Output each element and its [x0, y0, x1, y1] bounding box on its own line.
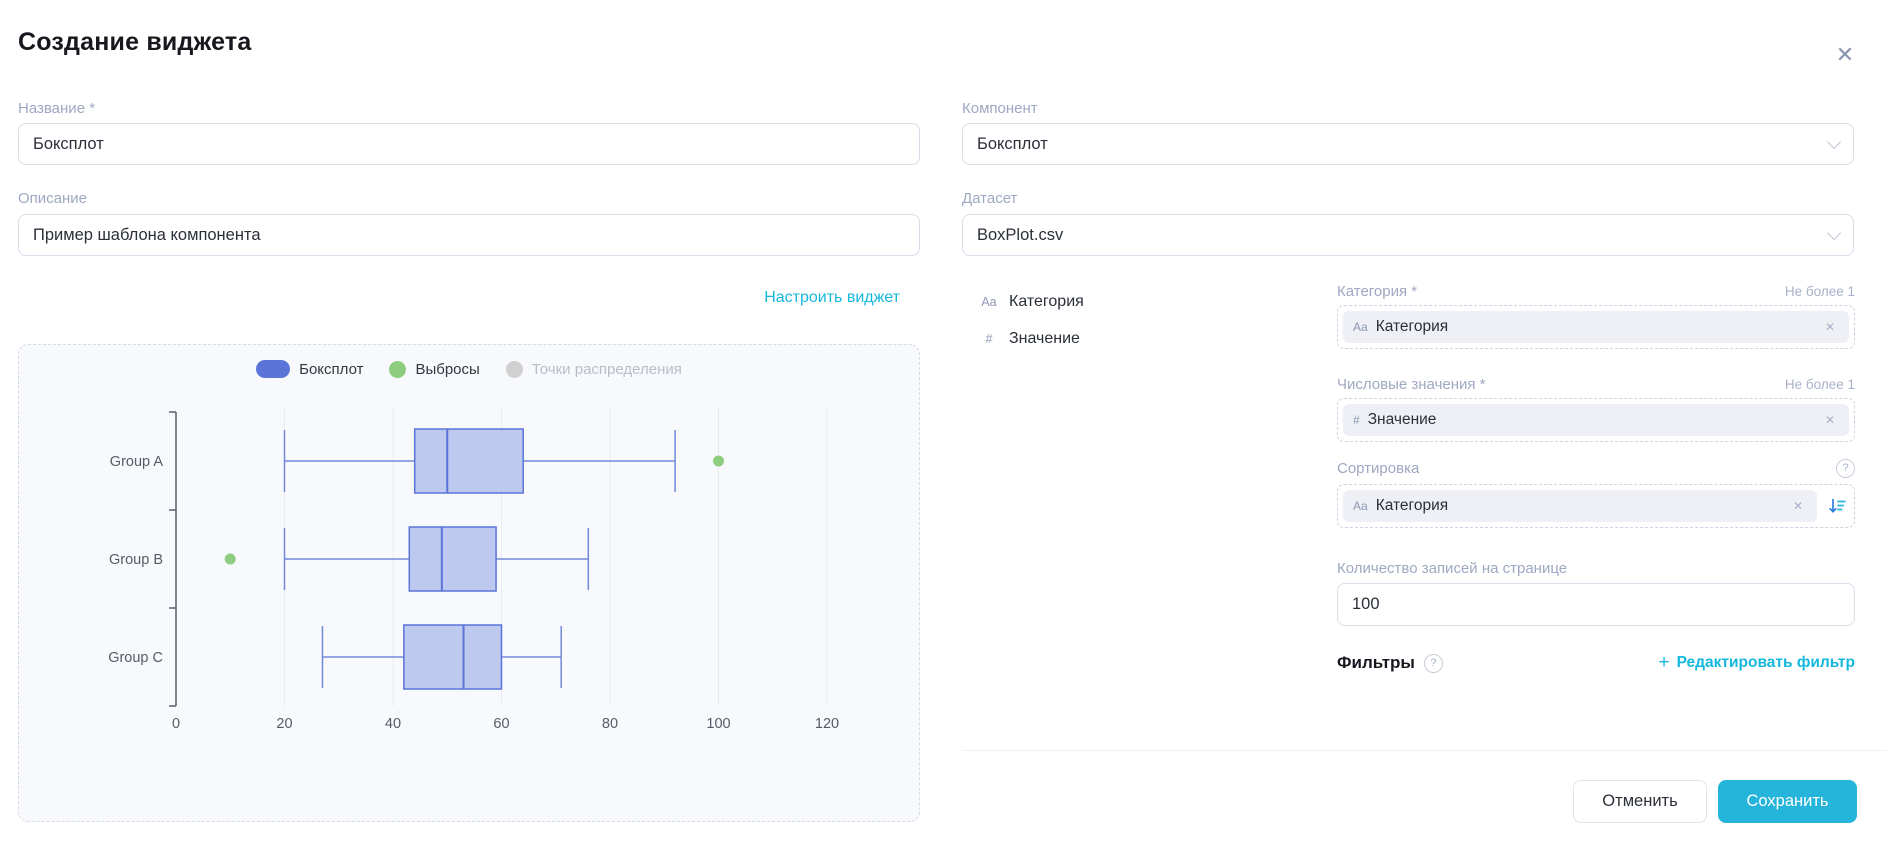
- values-slot-limit: Не более 1: [1785, 377, 1855, 392]
- svg-text:0: 0: [172, 716, 180, 732]
- boxplot-chart: Group A Group B Group C 0 20 40 60 80 100 120: [19, 384, 919, 762]
- sorting-dropzone[interactable]: Aa Категория ✕: [1337, 484, 1855, 528]
- configure-widget-link[interactable]: Настроить виджет: [764, 289, 900, 306]
- number-type-icon: #: [978, 332, 1000, 346]
- close-icon[interactable]: ✕: [1828, 38, 1862, 72]
- page-size-input[interactable]: [1337, 583, 1855, 626]
- remove-chip-icon[interactable]: ✕: [1821, 411, 1839, 429]
- number-type-icon: #: [1353, 413, 1360, 427]
- widget-preview: Боксплот Выбросы Точки распределения Group…: [18, 344, 920, 822]
- field-label: Значение: [1009, 330, 1080, 348]
- remove-chip-icon[interactable]: ✕: [1789, 497, 1807, 515]
- values-dropzone[interactable]: # Значение ✕: [1337, 398, 1855, 442]
- legend-label: Выбросы: [415, 361, 479, 378]
- plus-icon: +: [1659, 652, 1670, 674]
- svg-text:120: 120: [815, 716, 839, 732]
- description-label: Описание: [18, 190, 87, 207]
- svg-text:40: 40: [385, 716, 401, 732]
- svg-text:20: 20: [276, 716, 292, 732]
- svg-text:Group B: Group B: [109, 552, 163, 568]
- svg-text:Group C: Group C: [108, 650, 163, 666]
- svg-text:100: 100: [706, 716, 730, 732]
- chip-label: Категория: [1376, 497, 1781, 515]
- page-size-label: Количество записей на странице: [1337, 560, 1567, 577]
- cancel-button[interactable]: Отменить: [1573, 780, 1707, 823]
- category-dropzone[interactable]: Aa Категория ✕: [1337, 305, 1855, 349]
- help-icon[interactable]: ?: [1424, 654, 1443, 673]
- legend-swatch-icon: [256, 360, 290, 378]
- component-label: Компонент: [962, 100, 1038, 117]
- legend-label: Точки распределения: [532, 361, 682, 378]
- chevron-down-icon: [1827, 135, 1841, 149]
- dataset-field-value[interactable]: # Значение: [978, 327, 1080, 351]
- values-slot-label: Числовые значения *: [1337, 376, 1486, 393]
- legend-item[interactable]: Выбросы: [389, 361, 479, 378]
- field-label: Категория: [1009, 293, 1084, 311]
- sorting-chip[interactable]: Aa Категория ✕: [1343, 490, 1817, 522]
- dataset-label: Датасет: [962, 190, 1017, 207]
- category-slot-label: Категория *: [1337, 283, 1417, 300]
- chevron-down-icon: [1827, 226, 1841, 240]
- dataset-select-value: BoxPlot.csv: [977, 226, 1829, 245]
- footer-divider: [962, 750, 1887, 751]
- edit-filter-link[interactable]: + Редактировать фильтр: [1659, 652, 1856, 674]
- text-type-icon: Aa: [1353, 320, 1368, 334]
- values-chip[interactable]: # Значение ✕: [1343, 404, 1849, 436]
- legend-swatch-icon: [389, 361, 406, 378]
- page-title: Создание виджета: [18, 28, 251, 57]
- chip-label: Категория: [1376, 318, 1813, 336]
- svg-text:Group A: Group A: [110, 454, 164, 470]
- legend-swatch-icon: [506, 361, 523, 378]
- name-label: Название *: [18, 100, 95, 117]
- category-chip[interactable]: Aa Категория ✕: [1343, 311, 1849, 343]
- remove-chip-icon[interactable]: ✕: [1821, 318, 1839, 336]
- category-slot-limit: Не более 1: [1785, 284, 1855, 299]
- dataset-select[interactable]: BoxPlot.csv: [962, 214, 1854, 256]
- description-input[interactable]: [18, 214, 920, 256]
- sort-direction-icon[interactable]: [1825, 494, 1849, 518]
- svg-text:80: 80: [602, 716, 618, 732]
- component-select[interactable]: Боксплот: [962, 123, 1854, 165]
- legend-item[interactable]: Точки распределения: [506, 361, 682, 378]
- dataset-field-category[interactable]: Aa Категория: [978, 290, 1084, 314]
- sorting-slot-label: Сортировка: [1337, 460, 1419, 477]
- legend-label: Боксплот: [299, 361, 363, 378]
- chart-legend: Боксплот Выбросы Точки распределения: [19, 360, 919, 378]
- filters-label: Фильтры: [1337, 653, 1415, 673]
- text-type-icon: Aa: [978, 295, 1000, 309]
- save-button[interactable]: Сохранить: [1718, 780, 1857, 823]
- help-icon[interactable]: ?: [1836, 459, 1855, 478]
- name-input[interactable]: [18, 123, 920, 165]
- chip-label: Значение: [1368, 411, 1813, 429]
- component-select-value: Боксплот: [977, 135, 1829, 154]
- svg-text:60: 60: [493, 716, 509, 732]
- legend-item[interactable]: Боксплот: [256, 360, 363, 378]
- text-type-icon: Aa: [1353, 499, 1368, 513]
